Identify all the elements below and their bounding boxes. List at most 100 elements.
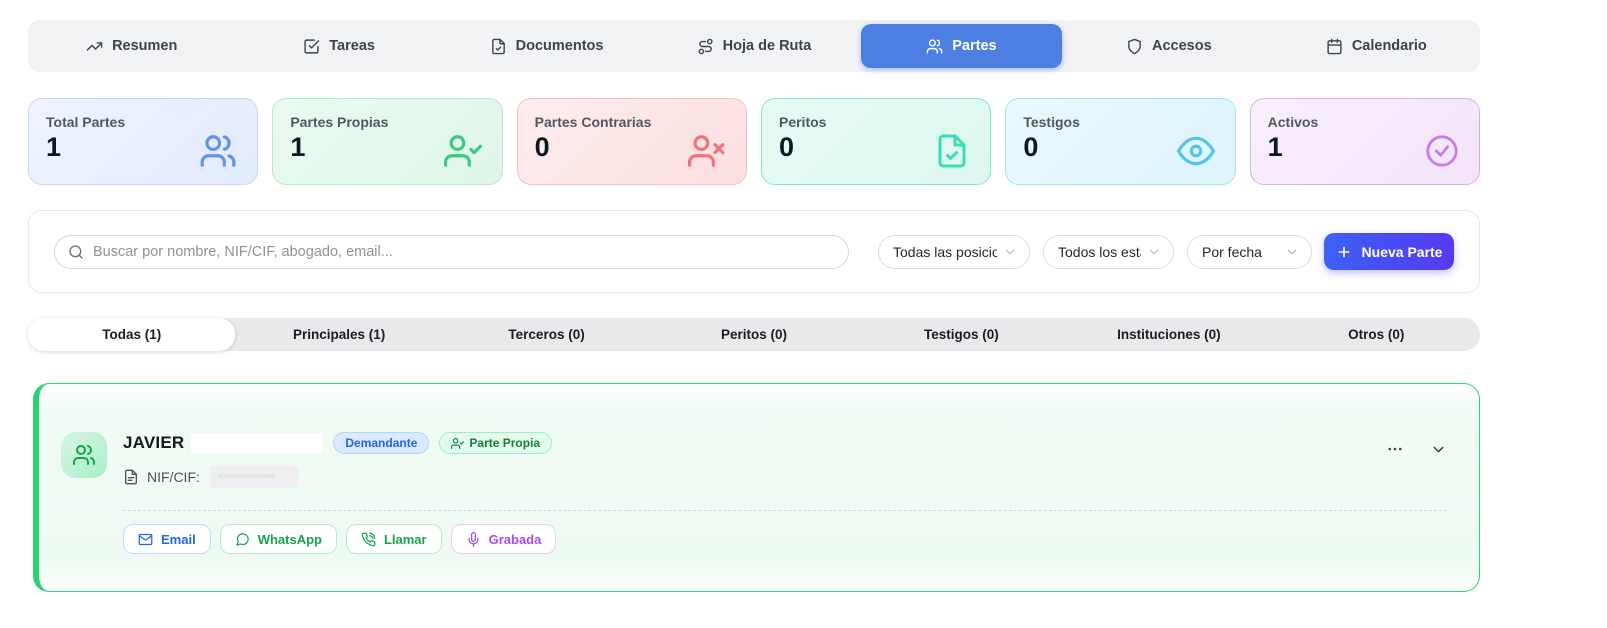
redacted-nif-value	[209, 466, 298, 488]
recorded-button-label: Grabada	[488, 531, 542, 547]
own-party-badge-label: Parte Propia	[469, 436, 541, 450]
stat-label: Activos	[1267, 114, 1319, 130]
search-icon	[68, 244, 84, 260]
divider	[123, 510, 1447, 511]
stat-value: 1	[46, 132, 62, 162]
mail-icon	[138, 532, 153, 547]
user-check-icon	[451, 437, 465, 450]
cattab-todas[interactable]: Todas (1)	[28, 318, 236, 351]
new-party-button[interactable]: Nueva Parte	[1324, 233, 1454, 270]
phone-call-icon	[361, 532, 376, 547]
chevron-down-icon	[1285, 245, 1299, 259]
new-party-label: Nueva Parte	[1361, 243, 1443, 260]
stat-total-partes: Total Partes 1	[28, 98, 259, 185]
party-name: JAVIER	[123, 433, 185, 452]
dropdown-value: Todas las posicion	[893, 243, 997, 260]
stat-value: 0	[534, 132, 550, 162]
email-button-label: Email	[161, 531, 196, 547]
dropdown-value: Por fecha	[1202, 243, 1262, 260]
tab-label: Calendario	[1351, 38, 1427, 54]
tab-label: Hoja de Ruta	[722, 38, 812, 54]
stat-label: Partes Contrarias	[534, 114, 652, 130]
tab-documentos[interactable]: Documentos	[446, 24, 647, 68]
whatsapp-button-label: WhatsApp	[257, 531, 322, 547]
dropdown-value: Todos los estad	[1058, 243, 1141, 260]
whatsapp-button[interactable]: WhatsApp	[219, 524, 337, 554]
file-check-icon	[490, 38, 507, 55]
expand-chevron-icon[interactable]	[1430, 441, 1447, 458]
cattab-principales[interactable]: Principales (1)	[235, 318, 442, 351]
more-options-icon[interactable]	[1386, 440, 1404, 458]
party-avatar	[61, 432, 107, 478]
tab-tareas[interactable]: Tareas	[238, 24, 439, 68]
stat-testigos: Testigos 0	[1005, 98, 1236, 185]
status-filter-dropdown[interactable]: Todos los estad	[1043, 234, 1174, 269]
stat-value: 1	[1267, 132, 1283, 162]
stat-partes-contrarias: Partes Contrarias 0	[516, 98, 747, 185]
stats-row: Total Partes 1 Partes Propias 1 Partes C…	[28, 98, 1480, 185]
position-filter-dropdown[interactable]: Todas las posicion	[878, 234, 1030, 269]
users-icon	[926, 38, 943, 55]
tab-partes[interactable]: Partes	[860, 24, 1063, 68]
file-text-icon	[123, 469, 139, 485]
tab-label: Resumen	[112, 38, 178, 54]
microphone-icon	[466, 531, 481, 547]
category-tabs: Todas (1) Principales (1) Terceros (0) P…	[28, 318, 1480, 351]
role-badge: Demandante	[333, 432, 430, 454]
tab-hoja-de-ruta[interactable]: Hoja de Ruta	[653, 24, 854, 68]
stat-label: Peritos	[778, 114, 827, 130]
stat-value: 1	[290, 132, 306, 162]
own-party-badge: Parte Propia	[439, 432, 553, 454]
users-icon	[199, 132, 237, 170]
stat-label: Total Partes	[46, 114, 126, 130]
party-card: JAVIER Demandante Parte Propia NIF/CIF: …	[33, 383, 1480, 592]
cattab-instituciones[interactable]: Instituciones (0)	[1065, 318, 1272, 351]
check-square-icon	[303, 38, 320, 55]
stat-label: Testigos	[1023, 114, 1080, 130]
plus-icon	[1336, 244, 1352, 260]
recorded-button[interactable]: Grabada	[450, 524, 557, 554]
tab-label: Tareas	[329, 38, 375, 54]
redacted-name	[191, 433, 324, 453]
tab-label: Documentos	[515, 38, 604, 54]
stat-value: 0	[1023, 132, 1039, 162]
stat-value: 0	[778, 132, 795, 162]
eye-icon	[1176, 132, 1215, 170]
file-check-icon	[934, 133, 970, 169]
tab-label: Partes	[952, 38, 997, 54]
tab-accesos[interactable]: Accesos	[1068, 24, 1269, 68]
calendar-icon	[1326, 38, 1343, 55]
stat-partes-propias: Partes Propias 1	[272, 98, 503, 185]
tab-label: Accesos	[1152, 38, 1212, 54]
search-input[interactable]	[93, 243, 835, 260]
chevron-down-icon	[1147, 245, 1161, 259]
stat-peritos: Peritos 0	[760, 98, 992, 185]
chevron-down-icon	[1003, 245, 1017, 259]
cattab-testigos[interactable]: Testigos (0)	[858, 318, 1065, 351]
user-x-icon	[687, 132, 726, 170]
route-icon	[697, 38, 714, 55]
call-button[interactable]: Llamar	[345, 524, 442, 554]
message-circle-icon	[235, 532, 250, 547]
cattab-terceros[interactable]: Terceros (0)	[443, 318, 650, 351]
shield-icon	[1126, 38, 1143, 55]
cattab-otros[interactable]: Otros (0)	[1273, 318, 1480, 351]
date-sort-dropdown[interactable]: Por fecha	[1187, 234, 1312, 269]
stat-label: Partes Propias	[290, 114, 389, 130]
case-nav-tabs: Resumen Tareas Documentos Hoja de Ruta P…	[28, 20, 1480, 72]
email-button[interactable]: Email	[123, 524, 211, 554]
call-button-label: Llamar	[383, 531, 427, 547]
cattab-peritos[interactable]: Peritos (0)	[650, 318, 857, 351]
check-circle-icon	[1425, 134, 1459, 168]
partes-page: Resumen Tareas Documentos Hoja de Ruta P…	[0, 0, 1607, 628]
tab-resumen[interactable]: Resumen	[31, 24, 232, 68]
filters-toolbar: Todas las posicion Todos los estad Por f…	[28, 210, 1480, 293]
user-check-icon	[443, 132, 482, 170]
stat-activos: Activos 1	[1249, 98, 1480, 185]
nif-label: NIF/CIF:	[147, 469, 200, 485]
users-icon	[72, 443, 96, 467]
search-box	[54, 234, 849, 269]
role-badge-label: Demandante	[345, 436, 418, 450]
trending-up-icon	[86, 38, 103, 55]
tab-calendario[interactable]: Calendario	[1276, 24, 1477, 68]
